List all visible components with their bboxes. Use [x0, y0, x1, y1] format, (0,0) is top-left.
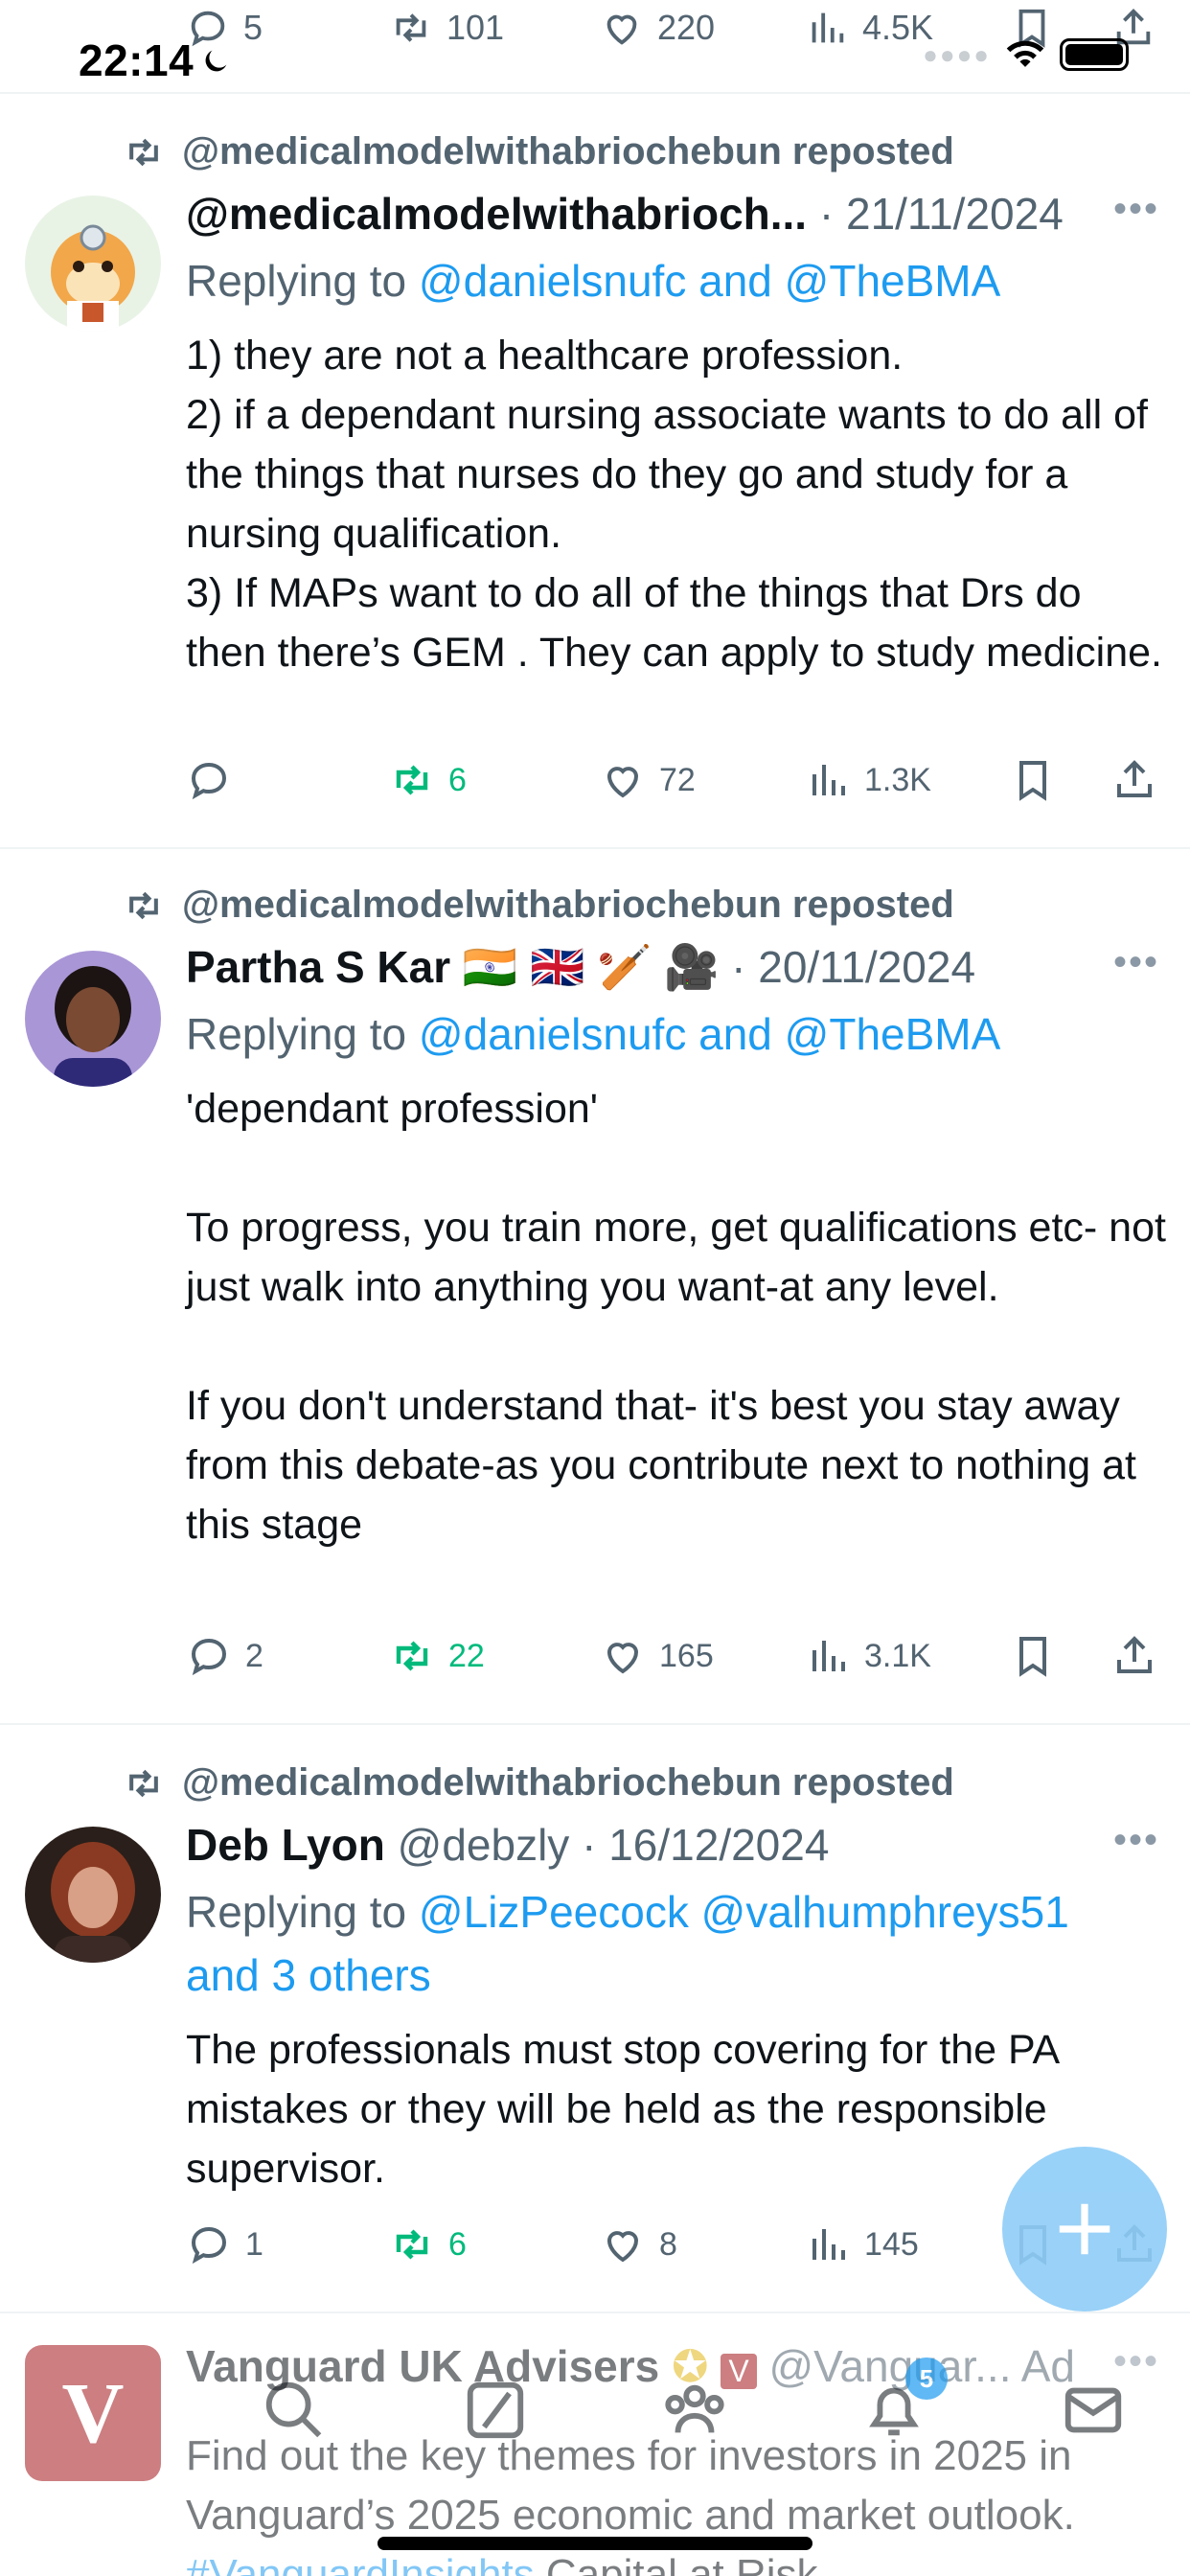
repost-icon	[129, 1769, 158, 1797]
more-icon[interactable]: •••	[1113, 1819, 1159, 1862]
status-indicators: ●●●●	[923, 38, 1129, 71]
reply-button[interactable]: 1	[186, 2221, 263, 2267]
avatar[interactable]	[25, 951, 161, 1087]
reply-button[interactable]	[186, 757, 245, 803]
reply-context: Replying to @LizPeecock @valhumphreys51 …	[186, 1887, 1069, 2000]
more-icon[interactable]: •••	[1113, 941, 1159, 984]
home-indicator[interactable]	[378, 2537, 812, 2550]
share-button[interactable]	[1111, 1633, 1171, 1679]
views-icon	[812, 12, 844, 43]
repost-icon	[396, 765, 428, 795]
views-button[interactable]: 145	[805, 2221, 919, 2267]
reply-mentions-link[interactable]: @danielsnufc and @TheBMA	[419, 256, 1000, 306]
reply-context: Replying to @danielsnufc and @TheBMA	[186, 256, 1001, 306]
views-button[interactable]: 4.5K	[805, 6, 933, 50]
tweet[interactable]: @medicalmodelwithabriochebun reposted Pa…	[0, 851, 1190, 1725]
like-icon	[606, 2231, 639, 2263]
repost-icon	[129, 891, 158, 919]
repost-icon	[396, 13, 426, 42]
grok-icon[interactable]	[462, 2377, 529, 2444]
repost-button[interactable]: 22	[389, 1633, 485, 1679]
tweet-date[interactable]: 21/11/2024	[846, 189, 1064, 239]
profile-photo	[25, 1827, 161, 1963]
tweet-header: @medicalmodelwithabrioch... · 21/11/2024	[186, 189, 1064, 239]
like-button[interactable]: 72	[600, 757, 696, 803]
tweet-text: The professionals must stop covering for…	[186, 2027, 1069, 2192]
views-icon	[812, 765, 845, 795]
display-name[interactable]: @medicalmodelwithabrioch...	[186, 189, 807, 239]
views-icon	[812, 1641, 845, 1671]
repost-indicator: @medicalmodelwithabriochebun reposted	[123, 130, 954, 173]
display-name[interactable]: Deb Lyon	[186, 1820, 385, 1870]
compose-plus-icon	[1059, 2203, 1110, 2255]
views-button[interactable]: 3.1K	[805, 1633, 931, 1679]
repost-icon	[396, 1641, 428, 1671]
bookmark-button[interactable]	[1010, 757, 1069, 803]
avatar[interactable]	[25, 196, 161, 332]
status-time: 22:14	[79, 34, 232, 86]
repost-indicator: @medicalmodelwithabriochebun reposted	[123, 1761, 954, 1805]
messages-icon[interactable]	[1060, 2377, 1127, 2444]
tweet-header: Deb Lyon @debzly · 16/12/2024	[186, 1820, 830, 1870]
signal-icon: ●●●●	[923, 39, 991, 69]
communities-icon[interactable]	[661, 2377, 728, 2444]
repost-icon	[129, 138, 158, 166]
share-icon	[1117, 760, 1152, 797]
like-button[interactable]: 220	[600, 6, 715, 50]
notification-badge: 5	[905, 2358, 948, 2400]
more-icon[interactable]: •••	[1113, 188, 1159, 231]
tweet[interactable]: @medicalmodelwithabriochebun reposted @m…	[0, 96, 1190, 849]
tweet-text: 'dependant profession' To progress, you …	[186, 1086, 1166, 1548]
share-button[interactable]	[1111, 757, 1171, 803]
views-button[interactable]: 1.3K	[805, 757, 931, 803]
wifi-icon	[1006, 40, 1044, 67]
tweet-actions: 2 22 165 3.1K	[186, 1633, 1154, 1690]
like-icon	[606, 14, 637, 45]
tweet-date[interactable]: 20/11/2024	[758, 942, 975, 992]
moon-icon	[205, 50, 227, 72]
avatar[interactable]	[25, 1827, 161, 1963]
top-bar: 5 101 220 4.5K 22:14 ●●●●	[0, 0, 1190, 94]
like-button[interactable]: 8	[600, 2221, 677, 2267]
reply-icon	[191, 762, 227, 800]
reply-icon	[191, 2226, 227, 2265]
bookmark-icon	[1019, 761, 1046, 801]
reply-icon	[191, 1638, 227, 1676]
tweet-actions: 6 72 1.3K	[186, 757, 1154, 815]
compose-button[interactable]	[1002, 2147, 1167, 2312]
hamster-doctor-avatar	[25, 196, 161, 332]
tweet-text: 1) they are not a healthcare profession.…	[186, 333, 1163, 676]
bookmark-icon	[1019, 1637, 1046, 1677]
like-button[interactable]: 165	[600, 1633, 714, 1679]
repost-button[interactable]: 101	[389, 6, 504, 50]
battery-icon	[1060, 38, 1129, 71]
search-icon[interactable]	[261, 2377, 328, 2444]
like-icon	[606, 1643, 639, 1674]
profile-photo	[25, 951, 161, 1087]
bookmark-button[interactable]	[1010, 1633, 1069, 1679]
tweet-header: Partha S Kar 🇮🇳 🇬🇧 🏏 🎥 · 20/11/2024	[186, 942, 976, 992]
repost-indicator: @medicalmodelwithabriochebun reposted	[123, 884, 954, 927]
reply-button[interactable]: 2	[186, 1633, 263, 1679]
tweet-date[interactable]: 16/12/2024	[608, 1820, 829, 1870]
user-handle[interactable]: @debzly	[398, 1820, 570, 1870]
display-name[interactable]: Partha S Kar 🇮🇳 🇬🇧 🏏 🎥	[186, 942, 719, 992]
repost-icon	[396, 2229, 428, 2260]
like-icon	[606, 767, 639, 798]
views-icon	[812, 2229, 845, 2260]
repost-button[interactable]: 6	[389, 757, 467, 803]
repost-button[interactable]: 6	[389, 2221, 467, 2267]
reply-mentions-link[interactable]: @danielsnufc and @TheBMA	[419, 1009, 1000, 1059]
share-icon	[1117, 1636, 1152, 1673]
reply-context: Replying to @danielsnufc and @TheBMA	[186, 1009, 1001, 1059]
